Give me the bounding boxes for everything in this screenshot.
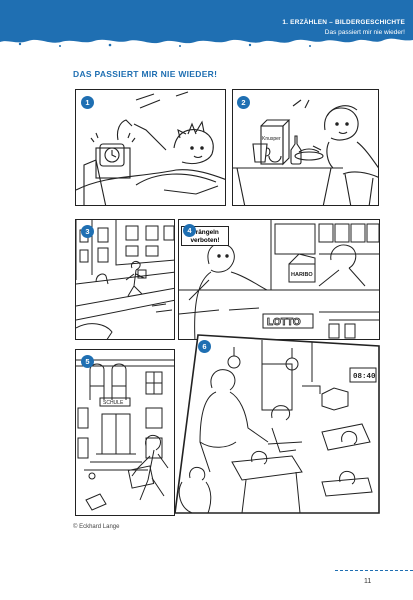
page-header: 1. ERZÄHLEN – BILDERGESCHICHTE Das passi… <box>0 0 413 48</box>
sign-line-2: verboten! <box>190 237 220 244</box>
panel-number-badge: 6 <box>198 340 211 353</box>
cereal-box-label: Knusper <box>262 136 281 142</box>
page-number: 11 <box>364 578 372 585</box>
comic-panel-2: Knusper 2 <box>232 89 379 206</box>
page-title: DAS PASSIERT MIR NIE WIEDER! <box>73 69 218 79</box>
comic-panel-1: 1 <box>75 89 226 206</box>
comic-panel-3: 3 <box>75 219 175 340</box>
bedroom-scene-illustration <box>76 91 225 205</box>
comic-panel-5: SCHULE 5 <box>75 349 175 516</box>
panel-number-badge: 3 <box>81 225 94 238</box>
chapter-title: 1. ERZÄHLEN – BILDERGESCHICHTE <box>282 19 405 26</box>
comic-panel-6: 08:40 6 <box>172 332 382 516</box>
school-sign-text: SCHULE <box>103 400 124 406</box>
panel-number-badge: 4 <box>183 224 196 237</box>
illustrator-credit: © Eckhard Lange <box>73 524 120 530</box>
footer-divider <box>335 570 413 571</box>
haribo-label: HARIBO <box>291 272 313 278</box>
classroom-clock: 08:40 <box>353 373 376 381</box>
cereal-box-text: Knusper <box>262 136 281 142</box>
panel-number-badge: 2 <box>237 96 250 109</box>
chapter-subtitle: Das passiert mir nie wieder! <box>324 29 405 36</box>
lotto-label: LOTTO <box>267 317 301 328</box>
panel-number-badge: 5 <box>81 355 94 368</box>
panel-number-badge: 1 <box>81 96 94 109</box>
school-sign-label: SCHULE <box>103 400 124 406</box>
street-scene-illustration <box>76 220 174 339</box>
clock-time-text: 08:40 <box>353 373 376 381</box>
